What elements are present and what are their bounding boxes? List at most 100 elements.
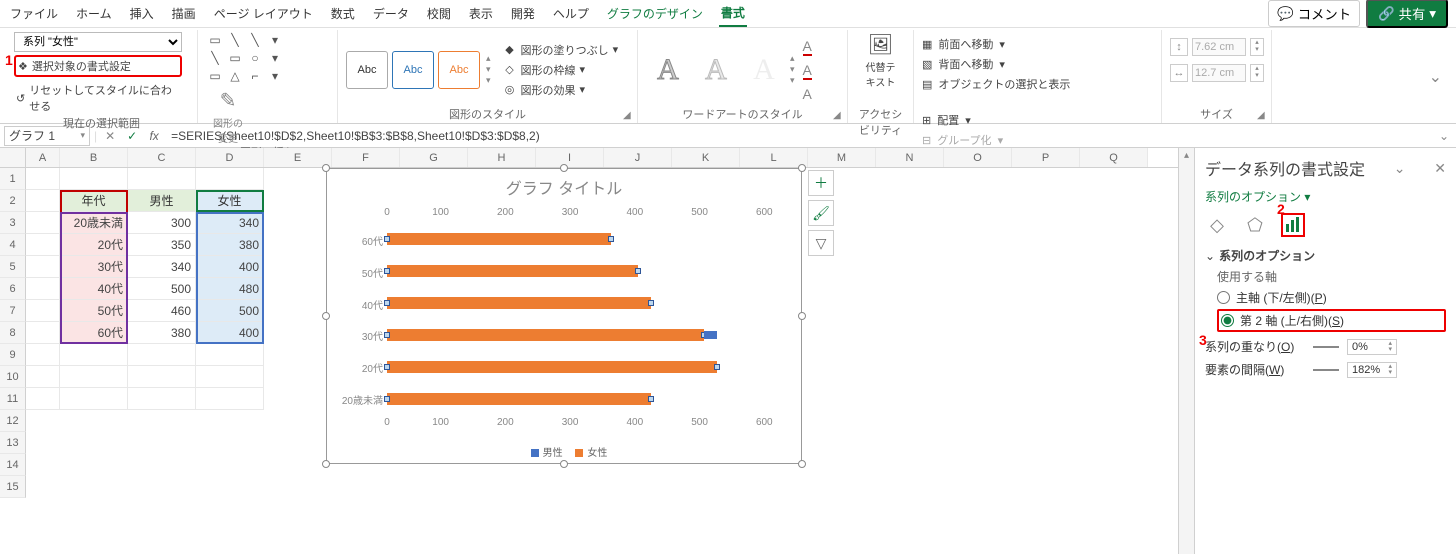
menu-formulas[interactable]: 数式 — [329, 1, 357, 26]
bar-female[interactable] — [387, 297, 651, 309]
cell[interactable]: 女性 — [196, 190, 264, 212]
row-header[interactable]: 11 — [0, 388, 26, 410]
chart-elements-button[interactable]: ＋ — [808, 170, 834, 196]
height-input[interactable] — [1192, 38, 1246, 56]
ribbon-collapse-button[interactable]: ⌄ — [1421, 67, 1450, 87]
menu-home[interactable]: ホーム — [74, 1, 114, 26]
wordart-gallery[interactable]: A A A — [646, 48, 786, 92]
cell[interactable]: 300 — [128, 212, 196, 234]
secondary-axis-radio[interactable]: 第 2 軸 (上/右側)(S) — [1217, 309, 1446, 332]
group-button[interactable]: ⊟グループ化 ▾ — [922, 132, 1003, 148]
width-spinner[interactable]: ▴▾ — [1250, 64, 1264, 82]
cell[interactable]: 男性 — [128, 190, 196, 212]
cell[interactable]: 380 — [128, 322, 196, 344]
menu-draw[interactable]: 描画 — [170, 1, 198, 26]
row-header[interactable]: 4 — [0, 234, 26, 256]
row-header[interactable]: 9 — [0, 344, 26, 366]
align-button[interactable]: ⊞配置 ▾ — [922, 112, 1003, 128]
cell[interactable]: 350 — [128, 234, 196, 256]
cell[interactable]: 460 — [128, 300, 196, 322]
cell[interactable]: 年代 — [60, 190, 128, 212]
shape-gallery[interactable]: ▭ ╲ ╲ ▾ ╲ ▭ ○ ▾ ▭ △ ⌐ ▾ — [206, 32, 284, 84]
format-selection-button[interactable]: ❖ 選択対象の書式設定 — [14, 55, 182, 77]
shape-effects-button[interactable]: ◎図形の効果 ▾ — [503, 82, 619, 98]
series-options-dropdown[interactable]: 系列のオプション ▾ — [1205, 188, 1446, 205]
shape-line3-icon[interactable]: ╲ — [206, 50, 224, 66]
cell[interactable]: 340 — [196, 212, 264, 234]
shape-styles-launcher[interactable]: ◢ — [623, 110, 635, 122]
row-header[interactable]: 10 — [0, 366, 26, 388]
col-header[interactable]: I — [536, 148, 604, 167]
height-spinner[interactable]: ▴▾ — [1250, 38, 1264, 56]
row-header[interactable]: 5 — [0, 256, 26, 278]
worksheet[interactable]: A B C D E F G H I J K L M N O P Q 1 2 3 … — [0, 148, 1178, 554]
row-header[interactable]: 7 — [0, 300, 26, 322]
bar-female[interactable] — [387, 233, 611, 245]
shape-style-preset-1[interactable]: Abc — [346, 51, 388, 89]
cell[interactable]: 400 — [196, 322, 264, 344]
cell[interactable]: 40代 — [60, 278, 128, 300]
alt-text-button[interactable]: 🖼 代替テ キスト — [859, 32, 903, 89]
comments-button[interactable]: 💬 コメント — [1268, 0, 1360, 27]
pane-close-button[interactable]: ✕ — [1434, 160, 1446, 177]
shape-line-icon[interactable]: ╲ — [226, 32, 244, 48]
style-scroll-down-icon[interactable]: ▾ — [486, 64, 491, 75]
series-options-section[interactable]: ⌄系列のオプション — [1205, 247, 1446, 264]
row-header[interactable]: 15 — [0, 476, 26, 498]
row-header[interactable]: 1 — [0, 168, 26, 190]
text-fill-icon[interactable]: A — [803, 38, 812, 56]
wordart-preset-1[interactable]: A — [646, 48, 690, 92]
resize-handle[interactable] — [798, 164, 806, 172]
row-header[interactable]: 14 — [0, 454, 26, 476]
row-header[interactable]: 12 — [0, 410, 26, 432]
bar-female[interactable] — [387, 265, 638, 277]
wordart-scroll-down-icon[interactable]: ▾ — [790, 64, 795, 75]
menu-data[interactable]: データ — [371, 1, 411, 26]
wordart-preset-3[interactable]: A — [742, 48, 786, 92]
wordart-scroll-up-icon[interactable]: ▴ — [790, 53, 795, 64]
col-header[interactable]: H — [468, 148, 536, 167]
menu-help[interactable]: ヘルプ — [551, 1, 591, 26]
style-scroll-up-icon[interactable]: ▴ — [486, 53, 491, 64]
share-button[interactable]: 🔗 共有 ▾ — [1366, 0, 1448, 28]
col-header[interactable]: G — [400, 148, 468, 167]
col-header[interactable]: O — [944, 148, 1012, 167]
resize-handle[interactable] — [560, 164, 568, 172]
secondary-axis[interactable]: 0100200300400500600 — [387, 207, 781, 223]
col-header[interactable]: A — [26, 148, 60, 167]
shape-fill-button[interactable]: ◆図形の塗りつぶし ▾ — [503, 42, 619, 58]
resize-handle[interactable] — [560, 460, 568, 468]
shape-arrow-down2-icon[interactable]: ▾ — [266, 50, 284, 66]
col-header[interactable]: N — [876, 148, 944, 167]
plot-area[interactable]: 0100200300400500600 0100200300400500600 … — [387, 225, 781, 415]
col-header[interactable]: Q — [1080, 148, 1148, 167]
gap-slider[interactable] — [1313, 363, 1339, 377]
cell[interactable]: 340 — [128, 256, 196, 278]
bar-female[interactable] — [387, 393, 651, 405]
chart-filter-button[interactable]: ▽ — [808, 230, 834, 256]
shape-arrow-down-icon[interactable]: ▾ — [266, 32, 284, 48]
col-header[interactable]: C — [128, 148, 196, 167]
shape-line2-icon[interactable]: ╲ — [246, 32, 264, 48]
cell[interactable]: 60代 — [60, 322, 128, 344]
shape-style-preset-3[interactable]: Abc — [438, 51, 480, 89]
style-more-icon[interactable]: ▾ — [486, 75, 491, 86]
shape-rect-icon[interactable]: ▭ — [226, 50, 244, 66]
chart-legend[interactable]: 男性 女性 — [327, 444, 801, 459]
shape-connector-icon[interactable]: ⌐ — [246, 68, 264, 84]
cell[interactable]: 20歳未満 — [60, 212, 128, 234]
cell[interactable]: 20代 — [60, 234, 128, 256]
category-axis[interactable]: 60代 50代 40代 30代 20代 20歳未満 — [333, 225, 383, 415]
row-header[interactable]: 3 — [0, 212, 26, 234]
col-header[interactable]: F — [332, 148, 400, 167]
gap-input[interactable]: 182%▴▾ — [1347, 362, 1397, 378]
resize-handle[interactable] — [798, 460, 806, 468]
col-header[interactable]: B — [60, 148, 128, 167]
cell[interactable]: 500 — [128, 278, 196, 300]
primary-axis[interactable]: 0100200300400500600 — [387, 417, 781, 433]
size-launcher[interactable]: ◢ — [1257, 110, 1269, 122]
bring-forward-button[interactable]: ▦前面へ移動 ▾ — [922, 36, 1070, 52]
col-header[interactable]: D — [196, 148, 264, 167]
menu-review[interactable]: 校閲 — [425, 1, 453, 26]
cell[interactable]: 30代 — [60, 256, 128, 278]
